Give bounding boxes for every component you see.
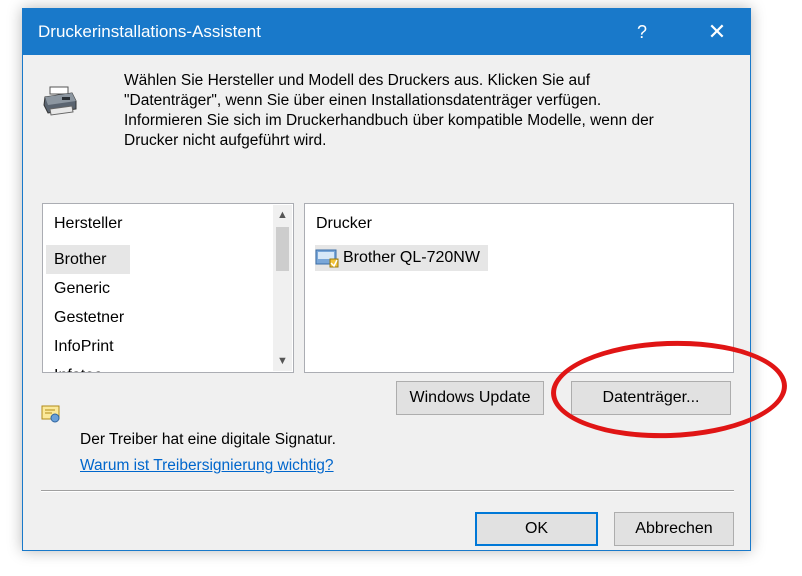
- close-button[interactable]: ✕: [684, 9, 750, 55]
- signature-status-text: Der Treiber hat eine digitale Signatur.: [80, 431, 336, 448]
- windows-update-button[interactable]: Windows Update: [396, 381, 544, 415]
- scroll-up-arrow-icon[interactable]: ▲: [273, 205, 292, 225]
- scroll-down-arrow-icon[interactable]: ▼: [273, 351, 292, 371]
- printer-icon: [43, 86, 77, 116]
- printer-list-header: Drucker: [316, 215, 373, 232]
- printer-driver-icon: [315, 249, 339, 268]
- list-item-generic[interactable]: Generic: [46, 274, 261, 303]
- help-button[interactable]: ?: [619, 9, 665, 55]
- list-item-brother-ql-720nw[interactable]: Brother QL-720NW: [315, 245, 488, 271]
- window-title: Druckerinstallations-Assistent: [38, 22, 261, 41]
- list-item-gestetner[interactable]: Gestetner: [46, 303, 261, 332]
- scroll-thumb[interactable]: [276, 227, 289, 271]
- manufacturer-list-header: Hersteller: [54, 215, 123, 232]
- driver-signing-link[interactable]: Warum ist Treibersignierung wichtig?: [80, 457, 334, 475]
- separator: [41, 490, 734, 492]
- list-item-infotec[interactable]: Infotec: [46, 361, 261, 372]
- list-item-brother[interactable]: Brother: [46, 245, 130, 274]
- manufacturer-listbox[interactable]: Hersteller Brother Generic Gestetner Inf…: [42, 203, 294, 373]
- title-bar: Druckerinstallations-Assistent ? ✕: [23, 9, 750, 55]
- list-item-infoprint[interactable]: InfoPrint: [46, 332, 261, 361]
- manufacturer-scrollbar[interactable]: ▲ ▼: [273, 205, 292, 371]
- intro-text: Wählen Sie Hersteller und Modell des Dru…: [124, 72, 654, 149]
- manufacturer-items: Brother Generic Gestetner InfoPrint Info…: [46, 245, 261, 372]
- certificate-icon: [41, 405, 60, 423]
- printer-install-dialog: Druckerinstallations-Assistent ? ✕ Wähle…: [22, 8, 751, 551]
- ok-button[interactable]: OK: [475, 512, 598, 546]
- cancel-button[interactable]: Abbrechen: [614, 512, 734, 546]
- printer-model-label: Brother QL-720NW: [343, 249, 480, 266]
